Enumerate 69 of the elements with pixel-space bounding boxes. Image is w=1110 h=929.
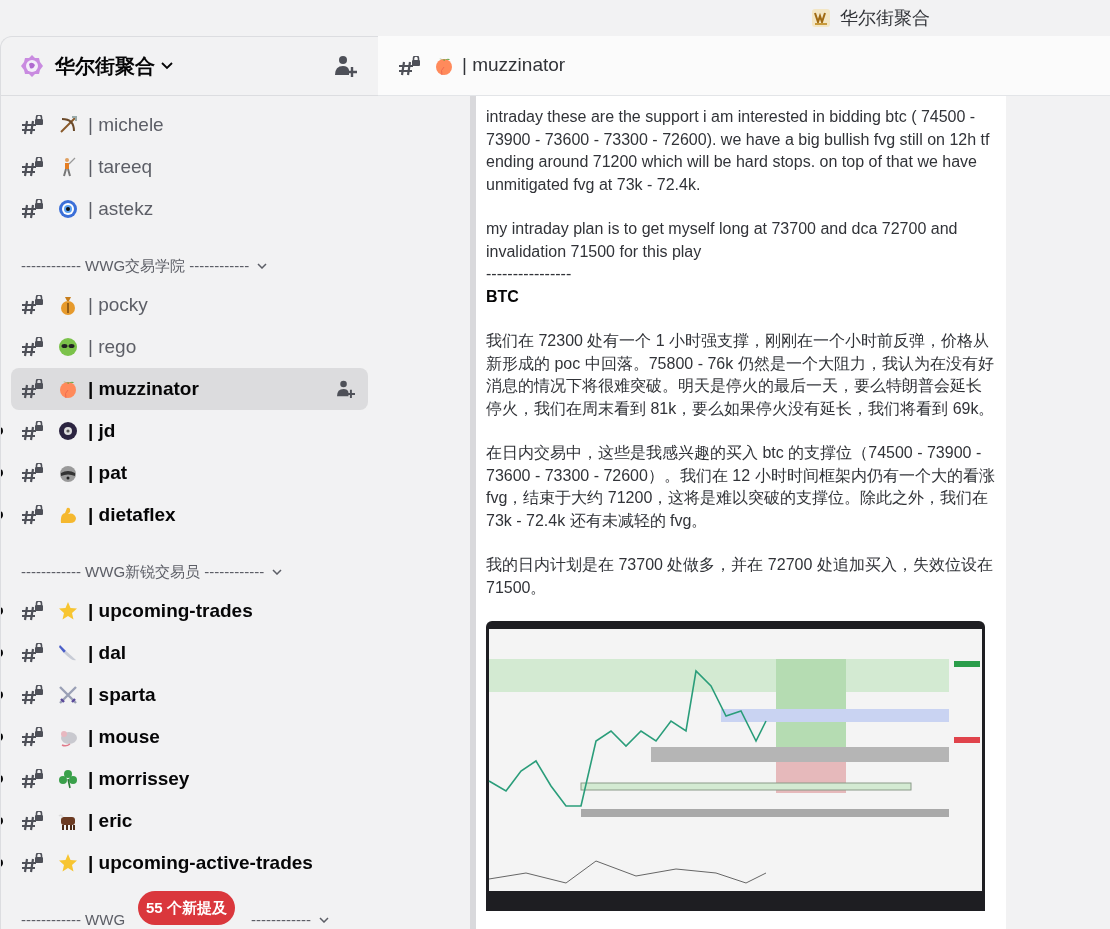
locked-channel-icon [21,811,43,831]
window-title: 华尔街聚合 [840,6,930,30]
locked-channel-icon [21,337,43,357]
locked-channel-icon [21,769,43,789]
locked-channel-icon [21,199,43,219]
message-paragraph: intraday these are the support i am interested in bidding btc ( 74500 - 73900 - 73600 - 73300 - 72600). we have a big bullish fvg still on 12h tf ending around 71200 which will be hard stops. on top of that we have unmitigated fvg at 73k - 72.4k. [486,107,991,195]
eye-amulet-icon [58,199,78,219]
chevron-down-icon [319,917,330,923]
channel-item[interactable]: | eric [11,800,368,842]
locked-channel-icon [21,853,43,873]
peach-icon [58,379,78,399]
category-label[interactable]: ------------ WWG新锐交易员 ------------ [21,560,265,584]
channel-item[interactable]: | upcoming-trades [11,590,368,632]
channel-title: | muzzinator [462,53,566,78]
channel-item[interactable]: | dal [11,632,368,674]
knife-icon [58,643,78,663]
star-icon [58,601,78,621]
message-paragraph: 在日内交易中，这些是我感兴趣的买入 btc 的支撑位（74500 - 73900 - 73600 - 73300 - 72600）。我们在 12 小时时间框架内仍有一个大的看涨 fvg，结束于大约 71200，这将是难以突破的支撑位。除此之外，我们在 73k - 72.4k 还有未减轻的 fvg。 [486,443,996,531]
star-icon [58,853,78,873]
locked-channel-icon [21,463,43,483]
add-member-icon[interactable] [334,55,358,77]
locked-channel-icon [21,727,43,747]
chevron-down-icon [272,569,283,575]
category-label[interactable]: ------------ WWG交易学院 ------------ [21,254,250,278]
category-label[interactable]: ------------ WWG [21,908,126,929]
channel-item[interactable]: | muzzinator [11,368,368,410]
channel-item[interactable]: | rego [11,326,368,368]
server-name-dropdown[interactable]: 华尔街聚合 [55,51,173,81]
dashed-separator-text: ---------------- [486,264,573,284]
shamrock-icon [58,769,78,789]
channel-item[interactable]: | morrissey [11,758,368,800]
channel-item[interactable]: | pat [11,452,368,494]
channel-item[interactable]: | astekz [11,188,368,230]
locked-channel-icon [21,505,43,525]
eight-ball-icon [58,421,78,441]
new-mentions-badge[interactable]: 55 个新提及 [138,891,235,925]
server-icon [21,55,43,77]
message-heading: BTC [486,286,520,307]
locked-channel-icon [21,115,43,135]
alien-face-icon [58,337,78,357]
channel-item[interactable]: | dietaflex [11,494,368,536]
chevron-down-icon [257,263,268,269]
bow-and-arrow-icon [58,115,78,135]
message-paragraph: 我的日内计划是在 73700 处做多，并在 72700 处追加买入，失效位设在 71500。 [486,555,994,598]
flexed-arm-icon [58,505,78,525]
raccoon-icon [58,463,78,483]
locked-channel-icon [21,685,43,705]
chevron-down-icon [161,62,173,70]
locked-channel-icon [398,55,420,76]
message-paragraph: my intraday plan is to get myself long at 73700 and dca 72700 and invalidation 71500 for this play [486,219,959,262]
channel-item[interactable]: | mouse [11,716,368,758]
channel-item[interactable]: | sparta [11,674,368,716]
locked-channel-icon [21,601,43,621]
category-label[interactable]: ------------ [251,908,312,929]
channel-item[interactable]: | jd [11,410,368,452]
locked-channel-icon [21,295,43,315]
crossed-swords-icon [58,685,78,705]
channel-item[interactable]: | upcoming-active-trades [11,842,368,884]
locked-channel-icon [21,643,43,663]
locked-channel-icon [21,421,43,441]
channel-item[interactable]: | pocky [11,284,368,326]
channel-item[interactable]: | michele [11,104,368,146]
channel-item[interactable]: | tareeq [11,146,368,188]
message-paragraph: 我们在 72300 处有一个 1 小时强支撑，刚刚在一个小时前反弹，价格从新形成的 poc 中回落。75800 - 76k 仍然是一个大阻力，我认为在没有好消息的情况下将很难突破。明天是停火的最后一天，要么特朗普会延长停火，我们在周末看到 81k，要么如果停火没有延长，我们将看到 69k。 [486,331,996,419]
locked-channel-icon [21,379,43,399]
locked-channel-icon [21,157,43,177]
server-logo-icon [812,9,830,27]
add-member-icon[interactable] [336,380,356,398]
money-bag-icon [58,295,78,315]
